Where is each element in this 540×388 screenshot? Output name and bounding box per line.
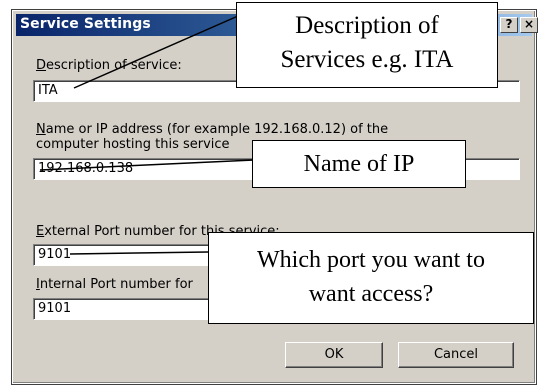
description-callout: Description of Services e.g. ITA (236, 2, 498, 88)
cancel-button[interactable]: Cancel (398, 342, 514, 368)
port-callout: Which port you want to want access? (208, 232, 534, 324)
ok-button[interactable]: OK (285, 342, 383, 368)
ip-callout: Name of IP (252, 140, 466, 188)
host-label-line2: computer hosting this service (36, 137, 230, 152)
description-callout-line1: Description of (295, 12, 439, 39)
host-label-line1: Name or IP address (for example 192.168.… (36, 122, 389, 137)
screenshot-canvas: Service Settings ? × Description of serv… (0, 0, 540, 388)
description-callout-line2: Services e.g. ITA (280, 46, 454, 73)
description-label: Description of service: (36, 58, 182, 73)
internal-port-label: Internal Port number for (36, 277, 193, 292)
dialog-title: Service Settings (20, 16, 151, 32)
port-callout-line2: want access? (308, 281, 434, 307)
close-button[interactable]: × (520, 17, 538, 33)
port-callout-line1: Which port you want to (257, 247, 485, 273)
help-button[interactable]: ? (500, 17, 518, 33)
